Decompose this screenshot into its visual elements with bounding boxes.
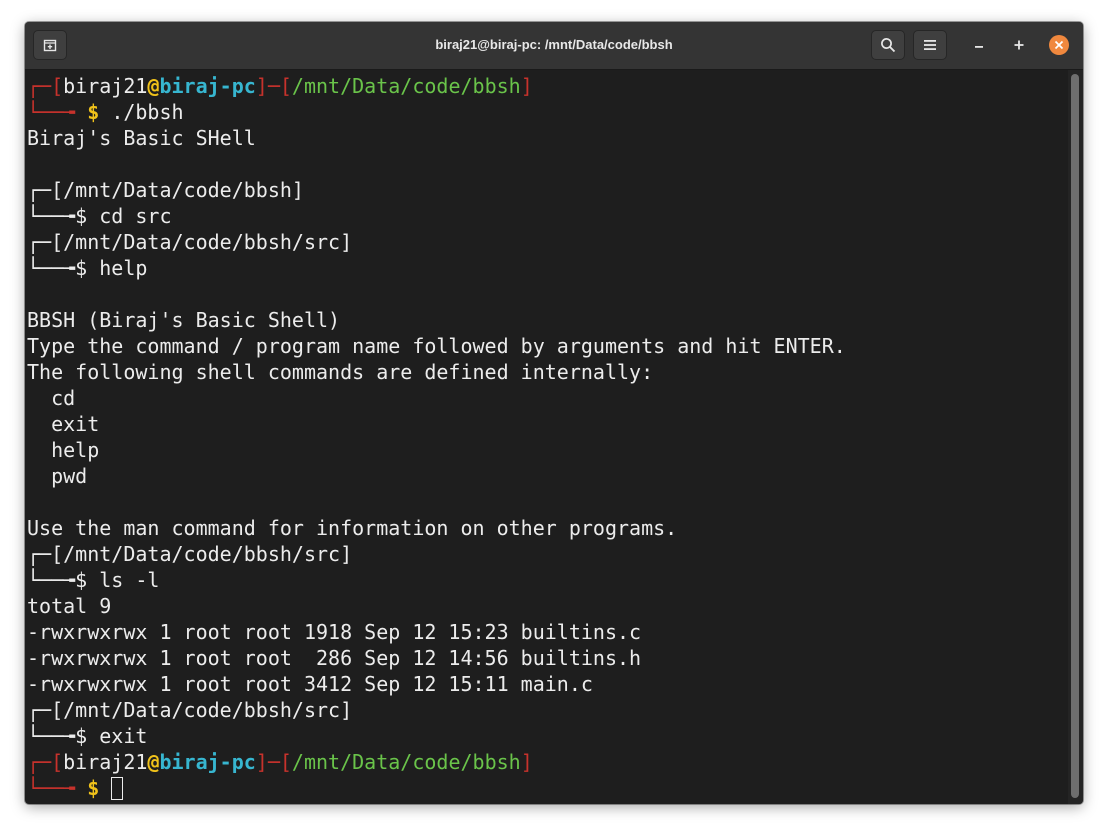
scrollbar[interactable] [1068, 70, 1083, 804]
command-text: ls -l [99, 568, 160, 592]
new-tab-icon [43, 39, 57, 52]
search-icon [881, 38, 896, 53]
prompt-dir: /mnt/Data/code/bbsh [63, 178, 292, 202]
text-cursor [111, 777, 124, 800]
prompt-at: @ [147, 750, 160, 774]
prompt-user: biraj21 [63, 750, 148, 774]
maximize-button[interactable] [1009, 35, 1029, 55]
prompt-host: biraj-pc [159, 74, 256, 98]
prompt-dir: /mnt/Data/code/bbsh/src [63, 230, 341, 254]
minimize-icon [975, 46, 983, 48]
command-text: exit [99, 724, 148, 748]
ls-row: -rwxrwxrwx 1 root root 286 Sep 12 14:56 … [27, 646, 642, 670]
prompt-line: ┌─[/mnt/Data/code/bbsh/src] [27, 542, 353, 566]
prompt-dollar: $ [87, 776, 100, 800]
command-line: └──╼$ cd src [27, 204, 172, 228]
search-button[interactable] [871, 30, 905, 60]
output-line: Type the command / program name followed… [27, 334, 846, 358]
prompt-dir: /mnt/Data/code/bbsh [291, 74, 521, 98]
output-line: Biraj's Basic SHell [27, 126, 256, 150]
command-line: └──╼$ ls -l [27, 568, 160, 592]
prompt-host: biraj-pc [159, 750, 256, 774]
command-line[interactable]: └──╼ $ [27, 775, 1067, 801]
ls-row: -rwxrwxrwx 1 root root 1918 Sep 12 15:23… [27, 620, 642, 644]
menu-button[interactable] [913, 30, 947, 60]
prompt-dir: /mnt/Data/code/bbsh/src [63, 542, 341, 566]
ls-row: -rwxrwxrwx 1 root root 3412 Sep 12 15:11… [27, 672, 593, 696]
builtin-item: exit [51, 412, 100, 436]
plus-icon [1014, 40, 1024, 50]
builtin-item: cd [51, 386, 76, 410]
command-line: └──╼$ exit [27, 724, 148, 748]
prompt-at: @ [147, 74, 160, 98]
prompt-dir: /mnt/Data/code/bbsh [291, 750, 521, 774]
scrollbar-thumb[interactable] [1071, 74, 1079, 798]
builtin-item: help [51, 438, 100, 462]
prompt-line: ┌─[/mnt/Data/code/bbsh] [27, 178, 304, 202]
command-line: └──╼$ help [27, 256, 148, 280]
output-line: BBSH (Biraj's Basic Shell) [27, 308, 341, 332]
output-line: Use the man command for information on o… [27, 516, 678, 540]
prompt-user: biraj21 [63, 74, 148, 98]
new-tab-button[interactable] [33, 30, 67, 60]
minimize-button[interactable] [969, 35, 989, 55]
close-icon [1054, 40, 1064, 50]
command-line: └──╼ $ ./bbsh [27, 100, 184, 124]
prompt-dollar: $ [87, 100, 100, 124]
output-line: The following shell commands are defined… [27, 360, 654, 384]
hamburger-menu-icon [924, 40, 936, 50]
terminal-window: biraj21@biraj-pc: /mnt/Data/code/bbsh ┌─… [25, 22, 1083, 804]
command-text: ./bbsh [111, 100, 184, 124]
close-button[interactable] [1049, 35, 1069, 55]
command-text: help [99, 256, 148, 280]
title-bar: biraj21@biraj-pc: /mnt/Data/code/bbsh [25, 22, 1083, 70]
prompt-line: ┌─[/mnt/Data/code/bbsh/src] [27, 230, 353, 254]
prompt-dir: /mnt/Data/code/bbsh/src [63, 698, 341, 722]
prompt-line: ┌─[biraj21@biraj-pc]─[/mnt/Data/code/bbs… [27, 74, 533, 98]
terminal-output[interactable]: ┌─[biraj21@biraj-pc]─[/mnt/Data/code/bbs… [27, 73, 1067, 801]
output-line: total 9 [27, 594, 112, 618]
prompt-line: ┌─[biraj21@biraj-pc]─[/mnt/Data/code/bbs… [27, 750, 533, 774]
command-text: cd src [99, 204, 172, 228]
builtin-item: pwd [51, 464, 88, 488]
prompt-line: ┌─[/mnt/Data/code/bbsh/src] [27, 698, 353, 722]
